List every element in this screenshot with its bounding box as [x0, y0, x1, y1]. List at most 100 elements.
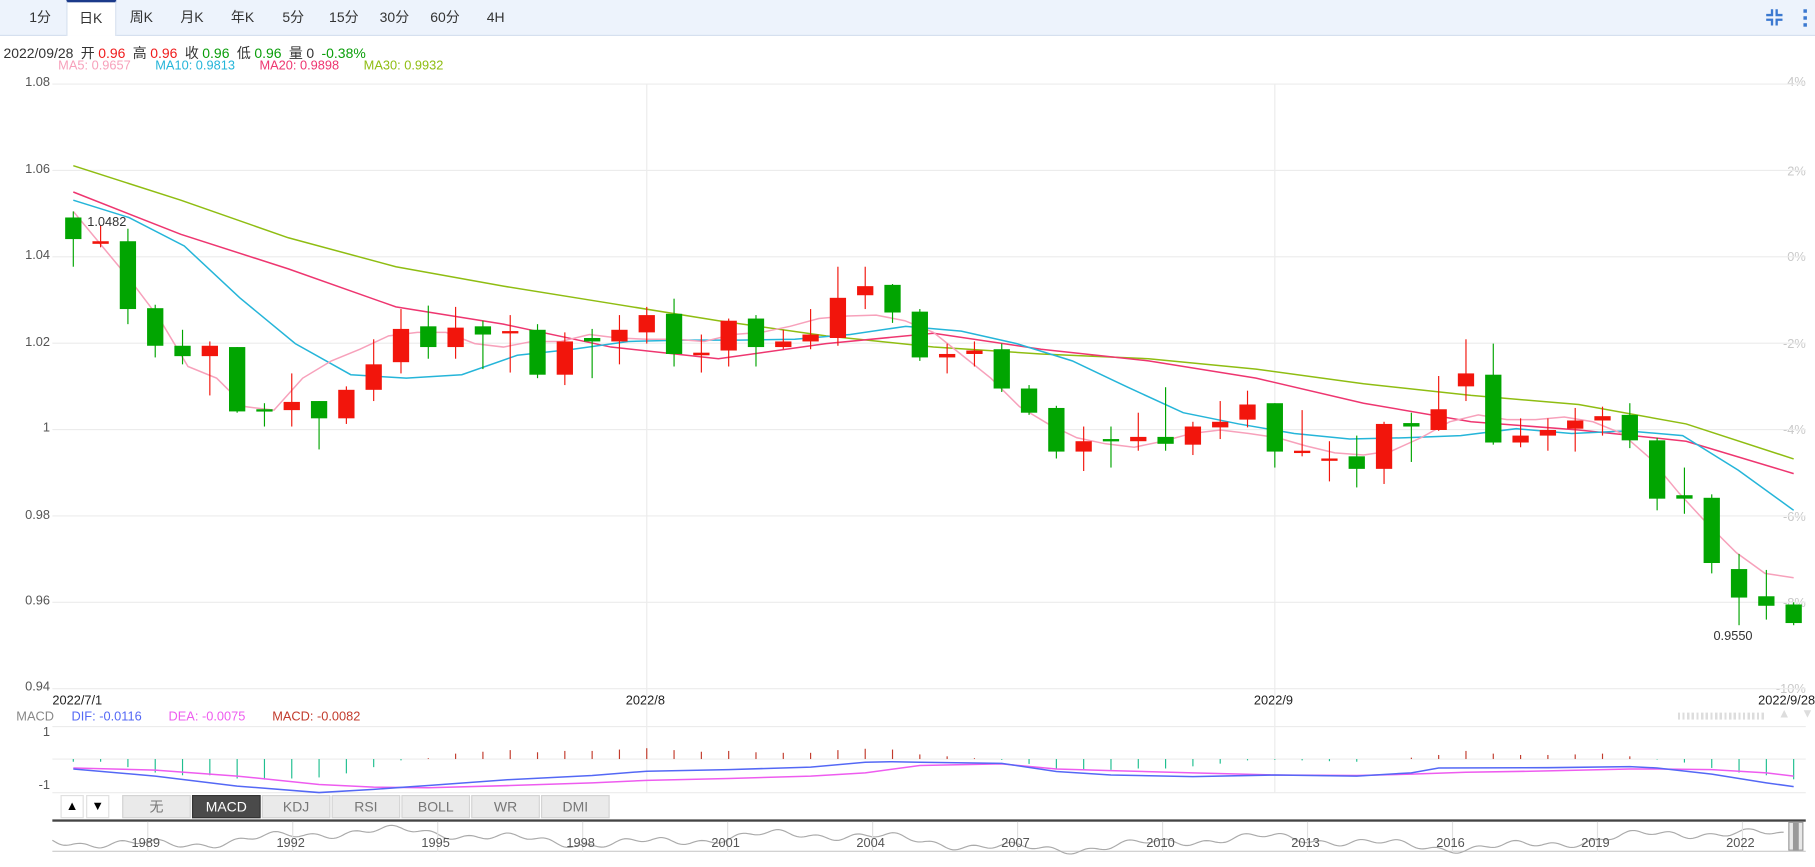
indicator-tab-kdj[interactable]: KDJ — [261, 795, 331, 819]
indicator-tab-boll[interactable]: BOLL — [401, 795, 471, 819]
navigator-history-line — [52, 824, 1784, 855]
navigator-year-label: 2001 — [711, 836, 740, 851]
candle-body — [1348, 456, 1365, 469]
candle-body — [938, 353, 956, 358]
candle-body — [1703, 497, 1720, 564]
candle-body — [1676, 495, 1693, 499]
macd-legend: MACD DIF: -0.0116 DEA: -0.0075 MACD: -0.… — [16, 710, 374, 724]
ma-line-ma5 — [72, 210, 1794, 579]
candle-body — [1730, 569, 1748, 598]
candle-body — [1184, 426, 1202, 445]
navigator-year-label: 1998 — [566, 836, 595, 851]
candle-body — [119, 241, 137, 310]
candle-body — [65, 217, 82, 240]
candle-body — [1621, 414, 1638, 441]
navigator-year-label: 1995 — [421, 836, 450, 851]
indicator-scroll-down-button[interactable]: ▼ — [86, 795, 110, 819]
navigator-handle[interactable] — [1788, 821, 1804, 851]
candle-body — [174, 345, 191, 357]
ma-line-ma30 — [73, 164, 1794, 460]
dea-legend: DEA: -0.0075 — [168, 710, 246, 725]
macd-value-legend: MACD: -0.0082 — [272, 710, 361, 725]
navigator-year-label: 2019 — [1581, 836, 1610, 851]
candle-body — [720, 320, 737, 351]
candle-body — [1403, 423, 1420, 427]
candle-body — [229, 347, 246, 412]
candle-body — [474, 326, 492, 335]
navigator-year-label: 2016 — [1436, 836, 1465, 851]
navigator-year-label: 1989 — [131, 836, 160, 851]
candle-body — [502, 331, 519, 334]
candle-body — [1567, 420, 1584, 429]
min-price-label: 0.9550 — [1713, 628, 1752, 643]
candle-body — [747, 318, 765, 348]
candle-body — [1075, 441, 1092, 452]
candle-body — [1130, 436, 1147, 442]
candle-body — [966, 350, 983, 354]
candle-body — [338, 389, 355, 419]
panel-down-icon[interactable]: ▼ — [1801, 707, 1814, 721]
candle-body — [1758, 596, 1775, 606]
candle-body — [1293, 450, 1311, 454]
candle-body — [611, 329, 628, 342]
navigator-year-label: 2007 — [1001, 836, 1030, 851]
candle-body — [92, 241, 109, 244]
candle-body — [829, 297, 847, 338]
candle-body — [1594, 416, 1611, 421]
candle-body — [310, 401, 328, 419]
candle-body — [147, 308, 164, 346]
dif-line — [73, 760, 1794, 794]
candle-body — [693, 352, 710, 356]
ma-line-ma10 — [73, 199, 1795, 511]
navigator-year-label: 1992 — [276, 836, 305, 851]
candle-body — [1485, 374, 1502, 443]
indicator-tab-rsi[interactable]: RSI — [331, 795, 401, 819]
candle-body — [802, 334, 819, 342]
candle-body — [1457, 373, 1475, 387]
candle-body — [1102, 439, 1120, 442]
kline-chart-widget: 1分 日K 周K 月K 年K 5分 15分 30分 60分 4H 2022/09/28 开 0.96… — [0, 0, 1815, 867]
indicator-tab-dmi[interactable]: DMI — [541, 795, 610, 819]
candle-body — [1785, 604, 1802, 624]
panel-up-icon[interactable]: ▲ — [1778, 707, 1791, 721]
candle-body — [1157, 436, 1174, 444]
candle-body — [447, 327, 464, 348]
candle-body — [993, 349, 1010, 389]
navigator-year-label: 2013 — [1291, 836, 1320, 851]
candle-body — [256, 409, 273, 412]
candle-body — [911, 311, 928, 358]
indicator-scroll-up-button[interactable]: ▲ — [60, 795, 84, 819]
candle-body — [1048, 407, 1065, 452]
candle-body — [201, 345, 218, 357]
candle-body — [365, 364, 382, 390]
candle-body — [665, 313, 683, 354]
candle-body — [638, 315, 655, 333]
max-price-label: 1.0482 — [87, 214, 126, 229]
indicator-tab-wr[interactable]: WR — [471, 795, 540, 819]
candle-body — [1648, 440, 1666, 499]
navigator-year-label: 2010 — [1146, 836, 1175, 851]
candle-body — [1266, 403, 1283, 452]
candle-body — [1512, 435, 1529, 443]
candle-body — [1430, 409, 1447, 430]
indicator-tab-none[interactable]: 无 — [122, 795, 191, 819]
candle-body — [1375, 423, 1393, 469]
candle-body — [556, 341, 573, 375]
panel-resize-handle[interactable] — [1677, 712, 1766, 720]
candle-body — [583, 337, 601, 342]
candle-body — [392, 328, 410, 363]
navigator-year-label: 2004 — [856, 836, 885, 851]
time-navigator[interactable]: 1989 1992 1995 1998 2001 2004 2007 2010 2013 2016… — [52, 819, 1806, 855]
candle-body — [1212, 421, 1229, 428]
candle-body — [775, 341, 792, 348]
navigator-year-label: 2022 — [1726, 836, 1755, 851]
candle-body — [1321, 458, 1338, 461]
candle-body — [1539, 429, 1557, 436]
candle-body — [420, 326, 437, 348]
candle-body — [283, 401, 300, 411]
candle-body — [529, 329, 546, 375]
price-chart[interactable]: 1.0482 0.9550 — [0, 0, 1815, 867]
dif-legend: DIF: -0.0116 — [71, 710, 142, 725]
indicator-tab-macd[interactable]: MACD — [191, 795, 261, 819]
candle-body — [884, 284, 901, 313]
